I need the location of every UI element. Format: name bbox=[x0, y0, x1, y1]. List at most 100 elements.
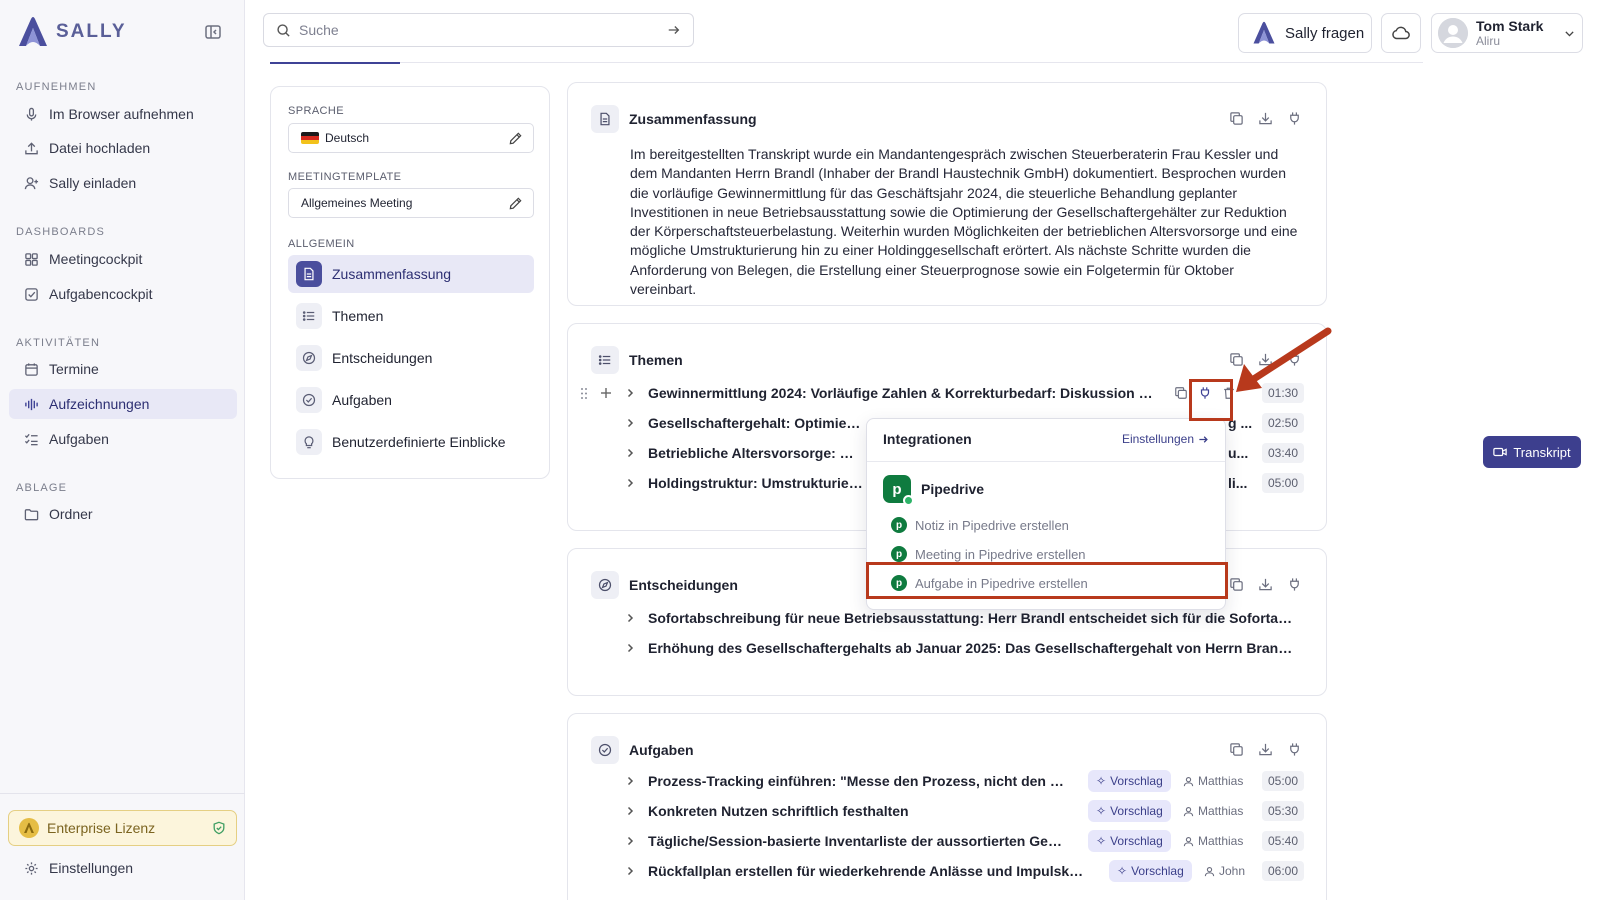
plug-icon[interactable] bbox=[1198, 386, 1212, 400]
timestamp[interactable]: 02:50 bbox=[1261, 413, 1304, 433]
license-badge[interactable]: Enterprise Lizenz bbox=[8, 810, 237, 846]
chevron-right-icon[interactable] bbox=[624, 775, 636, 787]
chevron-right-icon[interactable] bbox=[624, 805, 636, 817]
panel-item-zusammenfassung[interactable]: Zusammenfassung bbox=[288, 255, 534, 293]
chevron-right-icon[interactable] bbox=[624, 835, 636, 847]
download-icon[interactable] bbox=[1258, 111, 1273, 126]
topics-header: Themen bbox=[591, 346, 683, 374]
lightbulb-icon bbox=[296, 429, 322, 455]
timestamp[interactable]: 05:00 bbox=[1261, 771, 1304, 791]
assignee[interactable]: Matthias bbox=[1183, 774, 1243, 788]
sidebar-collapse-icon[interactable] bbox=[204, 24, 222, 40]
chevron-right-icon[interactable] bbox=[624, 417, 636, 429]
decision-row[interactable]: Erhöhung des Gesellschaftergehalts ab Ja… bbox=[568, 633, 1328, 663]
sidebar-item-label: Aufzeichnungen bbox=[49, 396, 150, 412]
template-select[interactable]: Allgemeines Meeting bbox=[288, 188, 534, 218]
chevron-right-icon[interactable] bbox=[624, 387, 636, 399]
pencil-icon[interactable] bbox=[508, 131, 523, 146]
user-menu[interactable]: Tom Stark Aliru bbox=[1431, 13, 1583, 53]
option-label: Aufgabe in Pipedrive erstellen bbox=[915, 575, 1088, 591]
connected-check-icon bbox=[903, 495, 914, 506]
sidebar-item-aufgabencockpit[interactable]: Aufgabencockpit bbox=[9, 279, 237, 309]
task-row[interactable]: Konkreten Nutzen schriftlich festhalten … bbox=[568, 796, 1328, 826]
copy-icon[interactable] bbox=[1229, 742, 1244, 757]
sidebar-item-ordner[interactable]: Ordner bbox=[9, 499, 237, 529]
language-select[interactable]: Deutsch bbox=[288, 123, 534, 153]
panel-item-entscheidungen[interactable]: Entscheidungen bbox=[288, 339, 534, 377]
assignee[interactable]: Matthias bbox=[1183, 834, 1243, 848]
sidebar-item-meetingcockpit[interactable]: Meetingcockpit bbox=[9, 244, 237, 274]
chevron-right-icon[interactable] bbox=[624, 612, 636, 624]
timestamp[interactable]: 06:00 bbox=[1261, 861, 1304, 881]
ask-sally-button[interactable]: Sally fragen bbox=[1238, 13, 1372, 53]
copy-icon[interactable] bbox=[1174, 386, 1188, 400]
status-badge[interactable]: ✧ Vorschlag bbox=[1109, 860, 1192, 882]
timestamp[interactable]: 03:40 bbox=[1261, 443, 1304, 463]
sidebar-item-termine[interactable]: Termine bbox=[9, 354, 237, 384]
timestamp[interactable]: 05:30 bbox=[1261, 801, 1304, 821]
task-row[interactable]: Prozess-Tracking einführen: "Messe den P… bbox=[568, 766, 1328, 796]
row-tools bbox=[1174, 386, 1236, 400]
option-label: Notiz in Pipedrive erstellen bbox=[915, 517, 1069, 533]
plug-icon[interactable] bbox=[1287, 577, 1302, 592]
plug-icon[interactable] bbox=[1287, 111, 1302, 126]
download-icon[interactable] bbox=[1258, 577, 1273, 592]
assignee[interactable]: Matthias bbox=[1183, 804, 1243, 818]
pencil-icon[interactable] bbox=[508, 196, 523, 211]
sidebar-item-label: Im Browser aufnehmen bbox=[49, 106, 194, 122]
panel-item-label: Zusammenfassung bbox=[332, 266, 452, 282]
status-badge[interactable]: ✧ Vorschlag bbox=[1088, 800, 1171, 822]
option-task[interactable]: p Aufgabe in Pipedrive erstellen bbox=[883, 569, 1213, 597]
panel-item-einblicke[interactable]: Benutzerdefinierte Einblicke bbox=[288, 423, 534, 461]
ask-sally-label: Sally fragen bbox=[1285, 24, 1365, 42]
sidebar-item-label: Aufgaben bbox=[49, 431, 109, 447]
search-field[interactable] bbox=[263, 13, 694, 47]
active-tab-indicator bbox=[270, 62, 400, 64]
option-meeting[interactable]: p Meeting in Pipedrive erstellen bbox=[883, 540, 1213, 568]
plug-icon[interactable] bbox=[1287, 742, 1302, 757]
cloud-button[interactable] bbox=[1381, 13, 1421, 53]
decisions-actions bbox=[1229, 577, 1302, 592]
grid-icon bbox=[24, 252, 39, 267]
template-label: MEETINGTEMPLATE bbox=[288, 171, 402, 183]
copy-icon[interactable] bbox=[1229, 111, 1244, 126]
sidebar-item-aufzeichnungen[interactable]: Aufzeichnungen bbox=[9, 389, 237, 419]
arrow-right-icon[interactable] bbox=[667, 23, 681, 37]
download-icon[interactable] bbox=[1258, 742, 1273, 757]
brand-logo[interactable]: SALLY bbox=[16, 16, 127, 48]
panel-item-aufgaben[interactable]: Aufgaben bbox=[288, 381, 534, 419]
list-icon bbox=[296, 303, 322, 329]
search-input[interactable] bbox=[299, 22, 659, 38]
drag-handle-icon[interactable] bbox=[580, 387, 588, 400]
chevron-right-icon[interactable] bbox=[624, 642, 636, 654]
gear-icon bbox=[24, 861, 39, 876]
status-badge[interactable]: ✧ Vorschlag bbox=[1088, 770, 1171, 792]
topic-text-tail: li... bbox=[1228, 475, 1248, 491]
task-row[interactable]: Tägliche/Session-basierte Inventarliste … bbox=[568, 826, 1328, 856]
pipedrive-icon: p bbox=[891, 575, 907, 591]
topic-text: Betriebliche Altersvorsorge: Direkt bbox=[648, 445, 863, 461]
status-badge[interactable]: ✧ Vorschlag bbox=[1088, 830, 1171, 852]
task-row[interactable]: Rückfallplan erstellen für wiederkehrend… bbox=[568, 856, 1328, 886]
sidebar-item-upload[interactable]: Datei hochladen bbox=[9, 133, 237, 163]
copy-icon[interactable] bbox=[1229, 577, 1244, 592]
sidebar-item-einstellungen[interactable]: Einstellungen bbox=[9, 853, 237, 883]
transkript-button[interactable]: Transkript bbox=[1483, 436, 1581, 468]
add-icon[interactable] bbox=[600, 387, 612, 399]
sidebar-item-label: Sally einladen bbox=[49, 175, 137, 191]
option-note[interactable]: p Notiz in Pipedrive erstellen bbox=[883, 511, 1213, 539]
sidebar-item-label: Aufgabencockpit bbox=[49, 286, 153, 302]
sidebar-item-aufgaben[interactable]: Aufgaben bbox=[9, 424, 237, 454]
chevron-right-icon[interactable] bbox=[624, 865, 636, 877]
timestamp[interactable]: 05:40 bbox=[1261, 831, 1304, 851]
integrations-settings-link[interactable]: Einstellungen bbox=[1122, 432, 1209, 446]
panel-item-themen[interactable]: Themen bbox=[288, 297, 534, 335]
chevron-right-icon[interactable] bbox=[624, 477, 636, 489]
sidebar-item-browser-record[interactable]: Im Browser aufnehmen bbox=[9, 99, 237, 129]
timestamp[interactable]: 05:00 bbox=[1261, 473, 1304, 493]
assignee[interactable]: John bbox=[1204, 864, 1245, 878]
chevron-right-icon[interactable] bbox=[624, 447, 636, 459]
compass-icon bbox=[296, 345, 322, 371]
topic-row[interactable]: Gewinnermittlung 2024: Vorläufige Zahlen… bbox=[568, 378, 1328, 408]
sidebar-item-invite[interactable]: Sally einladen bbox=[9, 168, 237, 198]
